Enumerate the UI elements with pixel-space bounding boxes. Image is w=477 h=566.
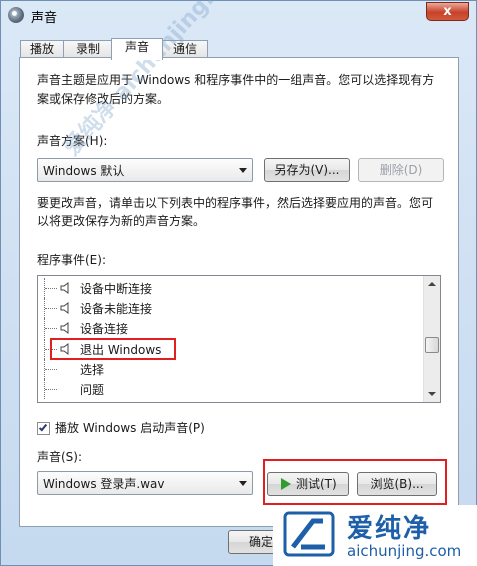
speaker-icon: [60, 322, 69, 334]
speaker-icon: [60, 302, 69, 314]
speaker-icon: [8, 7, 24, 23]
list-item[interactable]: 设备中断连接: [38, 278, 424, 298]
list-item-label: 问题: [80, 383, 105, 397]
tab-sounds[interactable]: 声音: [111, 38, 163, 60]
list-item[interactable]: 问题: [38, 379, 424, 399]
speaker-icon: [60, 282, 69, 294]
scheme-value: Windows 默认: [43, 164, 125, 178]
scroll-up-icon[interactable]: [428, 282, 436, 286]
list-item[interactable]: 选择: [38, 359, 424, 379]
change-text-line1: 要更改声音，请单击以下列表中的程序事件，然后选择要应用的声音。您可: [37, 196, 434, 210]
change-text-line2: 以将更改保存为新的声音方案。: [37, 214, 206, 228]
test-button-label: 测试(T): [296, 477, 337, 491]
title-bar: 声音 x: [1, 1, 476, 29]
scroll-down-icon[interactable]: [428, 392, 436, 396]
list-item-label: 设备未能连接: [80, 302, 153, 316]
sound-dropdown[interactable]: Windows 登录声.wav: [37, 471, 253, 495]
play-icon: [281, 478, 291, 490]
watermark-logo: 爱纯净 aichunjing.com: [273, 505, 477, 566]
list-item-label: 设备中断连接: [80, 282, 153, 296]
startup-sound-checkbox[interactable]: [37, 422, 50, 435]
close-button[interactable]: x: [426, 2, 469, 21]
logo-text: 爱纯净: [347, 514, 432, 544]
save-as-button[interactable]: 另存为(V)...: [264, 158, 350, 182]
checkmark-icon: [38, 422, 48, 432]
intro-text-line1: 声音主题是应用于 Windows 和程序事件中的一组声音。您可以选择现有方: [37, 73, 435, 87]
chevron-down-icon: [239, 481, 247, 486]
test-button[interactable]: 测试(T): [267, 472, 349, 496]
list-scrollbar[interactable]: [423, 276, 440, 402]
sound-label: 声音(S):: [37, 450, 83, 464]
startup-sound-label: 播放 Windows 启动声音(P): [55, 421, 205, 435]
delete-button[interactable]: 删除(D): [358, 158, 444, 182]
logo-url: aichunjing.com: [347, 542, 462, 560]
list-item-label: 选择: [80, 363, 105, 377]
scroll-thumb[interactable]: [425, 337, 439, 353]
chevron-down-icon: [239, 168, 247, 173]
logo-icon: [283, 511, 335, 557]
scheme-dropdown[interactable]: Windows 默认: [37, 158, 253, 182]
list-item[interactable]: 设备未能连接: [38, 298, 424, 318]
list-item-label: 设备连接: [80, 322, 129, 336]
program-events-label: 程序事件(E):: [37, 253, 106, 267]
window-title: 声音: [31, 11, 58, 26]
sound-value: Windows 登录声.wav: [43, 477, 165, 491]
browse-button[interactable]: 浏览(B)...: [357, 472, 437, 496]
highlight-box: [50, 338, 176, 360]
list-item[interactable]: 设备连接: [38, 318, 424, 338]
